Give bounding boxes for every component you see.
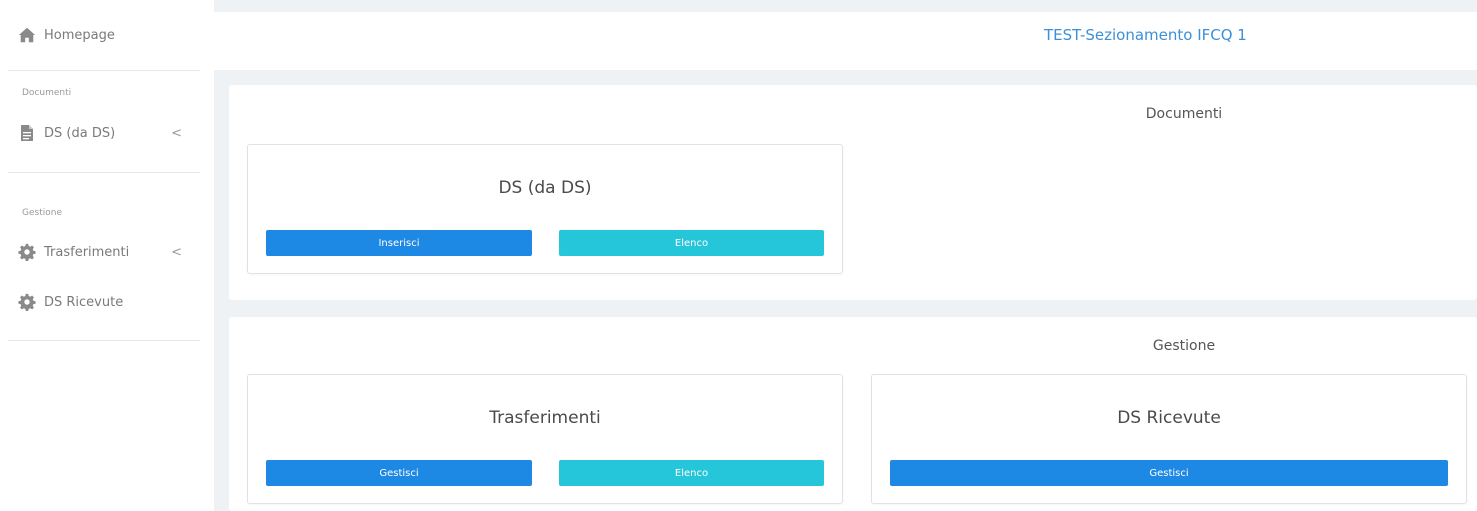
top-bar: TEST-Sezionamento IFCQ 1 <box>214 12 1477 70</box>
card-title: DS Ricevute <box>1117 408 1221 428</box>
card-ds-da-ds: DS (da DS) Inserisci Elenco <box>247 144 843 274</box>
gear-icon <box>18 293 36 311</box>
sidebar-item-label: Homepage <box>44 27 115 43</box>
home-icon <box>18 27 36 43</box>
gestisci-button[interactable]: Gestisci <box>890 460 1448 486</box>
sidebar-item-label: DS Ricevute <box>44 294 124 310</box>
file-icon <box>21 125 33 141</box>
sidebar-divider <box>8 172 200 173</box>
gear-icon <box>18 243 36 261</box>
elenco-button[interactable]: Elenco <box>559 460 824 486</box>
sidebar-divider <box>8 340 200 341</box>
sidebar-item-trasferimenti[interactable]: Trasferimenti < <box>18 240 190 264</box>
panel-title: Documenti <box>229 106 1477 122</box>
panel-title-text: Gestione <box>1152 338 1216 354</box>
sidebar-item-label: DS (da DS) <box>44 125 116 141</box>
main-content: TEST-Sezionamento IFCQ 1 Documenti DS (d… <box>214 0 1477 511</box>
panel-gestione: Gestione Trasferimenti Gestisci Elenco D… <box>229 317 1477 511</box>
card-title: DS (da DS) <box>498 178 592 198</box>
card-trasferimenti: Trasferimenti Gestisci Elenco <box>247 374 843 504</box>
app-root: Homepage Documenti DS (da DS) < Gestione… <box>0 0 1477 511</box>
inserisci-button[interactable]: Inserisci <box>266 230 532 256</box>
elenco-button[interactable]: Elenco <box>559 230 824 256</box>
sidebar-item-ds-ricevute[interactable]: DS Ricevute <box>18 290 190 314</box>
card-title: Trasferimenti <box>489 408 601 428</box>
sidebar-item-label: Trasferimenti <box>44 244 130 260</box>
panel-title: Gestione <box>229 338 1477 354</box>
chevron-left-icon[interactable]: < <box>171 245 182 260</box>
gestisci-button[interactable]: Gestisci <box>266 460 532 486</box>
card-ds-ricevute: DS Ricevute Gestisci <box>871 374 1467 504</box>
sidebar: Homepage Documenti DS (da DS) < Gestione… <box>0 0 210 511</box>
sidebar-section-title: Documenti <box>22 88 72 98</box>
chevron-left-icon[interactable]: < <box>171 126 182 141</box>
sidebar-divider <box>8 70 200 71</box>
panel-title-text: Documenti <box>1145 106 1223 122</box>
panel-documenti: Documenti DS (da DS) Inserisci Elenco <box>229 85 1477 300</box>
sidebar-item-ds-da-ds[interactable]: DS (da DS) < <box>18 121 190 145</box>
page-title: TEST-Sezionamento IFCQ 1 <box>1044 26 1247 44</box>
sidebar-section-title: Gestione <box>22 208 62 218</box>
sidebar-item-homepage[interactable]: Homepage <box>18 24 115 46</box>
